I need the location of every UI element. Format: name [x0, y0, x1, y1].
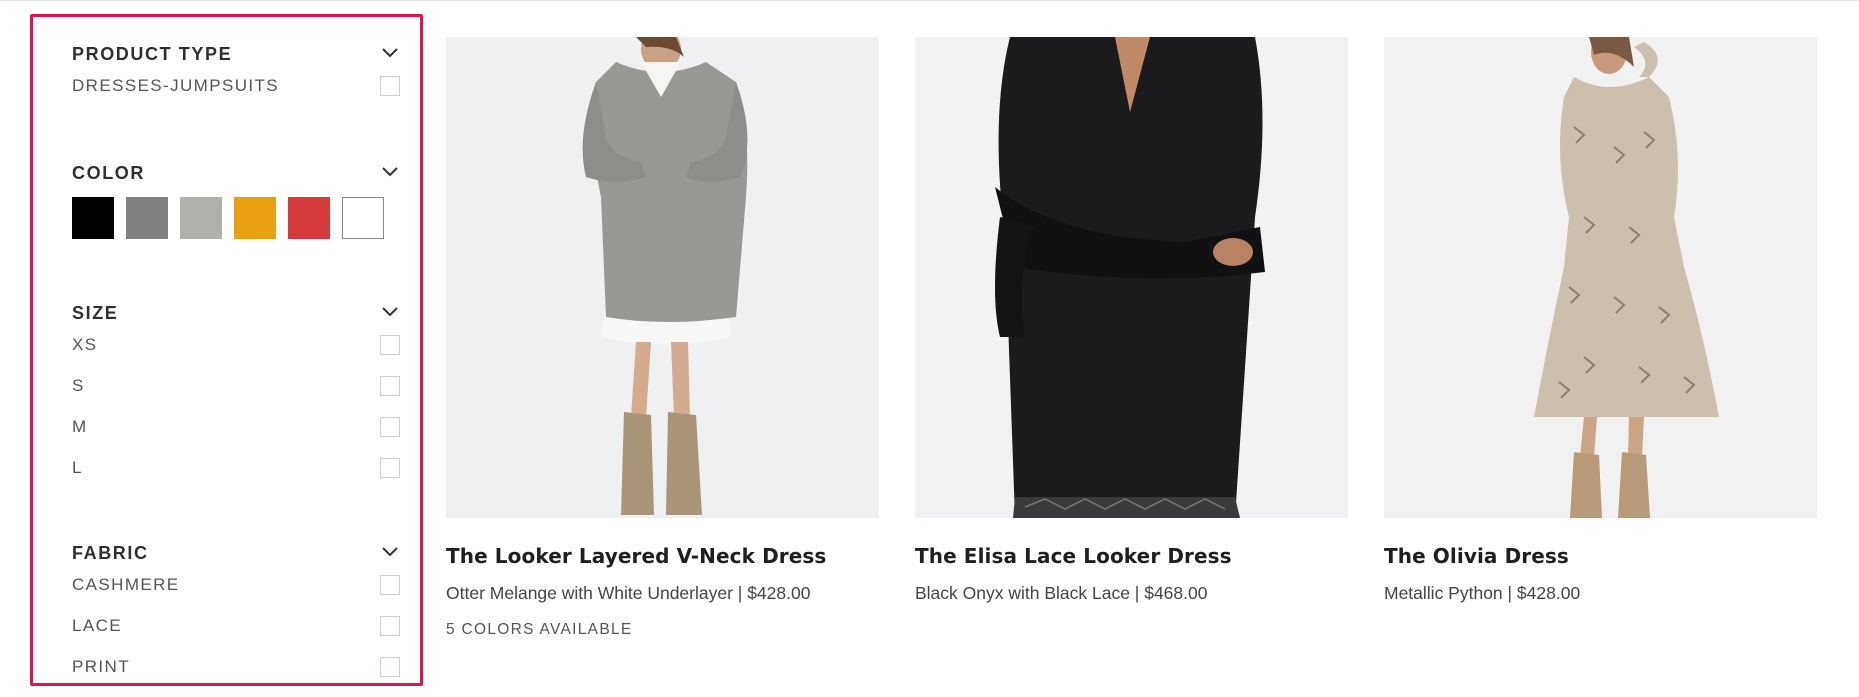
checkbox[interactable]	[380, 334, 400, 355]
product-name[interactable]: The Elisa Lace Looker Dress	[915, 544, 1348, 568]
option-fabric-cashmere[interactable]: CASHMERE	[72, 564, 400, 605]
option-dresses-jumpsuits[interactable]: DRESSES-JUMPSUITS	[72, 65, 400, 106]
option-label: XS	[72, 334, 98, 354]
swatch-light-grey[interactable]	[180, 197, 222, 239]
swatch-yellow[interactable]	[234, 197, 276, 239]
checkbox[interactable]	[380, 656, 400, 677]
option-fabric-lace[interactable]: LACE	[72, 605, 400, 646]
option-label: PRINT	[72, 656, 130, 676]
fabric-title: FABRIC	[72, 543, 149, 563]
filter-section-fabric: FABRIC CASHMERE LACE PRINT	[72, 542, 400, 683]
option-label: M	[72, 416, 88, 436]
filter-sidebar: PRODUCT TYPE DRESSES-JUMPSUITS COLOR SIZ…	[30, 14, 423, 686]
product-card[interactable]: The Looker Layered V-Neck Dress Otter Me…	[446, 37, 879, 640]
chevron-down-icon[interactable]	[380, 45, 400, 61]
product-type-header[interactable]: PRODUCT TYPE	[72, 43, 400, 65]
size-title: SIZE	[72, 303, 119, 323]
swatch-black[interactable]	[72, 197, 114, 239]
checkbox[interactable]	[380, 75, 400, 96]
fabric-header[interactable]: FABRIC	[72, 542, 400, 564]
color-header[interactable]: COLOR	[72, 162, 400, 184]
filter-section-size: SIZE XS S M L	[72, 302, 400, 488]
option-label: LACE	[72, 615, 123, 635]
color-swatches	[72, 197, 400, 241]
chevron-down-icon[interactable]	[380, 164, 400, 180]
swatch-white[interactable]	[342, 197, 384, 239]
product-description: Black Onyx with Black Lace | $468.00	[915, 583, 1208, 603]
chevron-down-icon[interactable]	[380, 544, 400, 560]
swatch-red[interactable]	[288, 197, 330, 239]
product-name[interactable]: The Olivia Dress	[1384, 544, 1817, 568]
top-divider	[0, 0, 1859, 1]
product-photo-black-sweater	[995, 37, 1265, 518]
option-label: L	[72, 457, 83, 477]
option-fabric-print[interactable]: PRINT	[72, 646, 400, 683]
option-size-xs[interactable]: XS	[72, 324, 400, 365]
product-description: Metallic Python | $428.00	[1384, 583, 1581, 603]
filter-section-product-type: PRODUCT TYPE DRESSES-JUMPSUITS	[72, 43, 400, 106]
product-description: Otter Melange with White Underlayer | $4…	[446, 583, 811, 603]
checkbox[interactable]	[380, 457, 400, 478]
swatch-grey[interactable]	[126, 197, 168, 239]
product-image[interactable]	[1384, 37, 1817, 518]
product-name[interactable]: The Looker Layered V-Neck Dress	[446, 544, 879, 568]
chevron-down-icon[interactable]	[380, 304, 400, 320]
checkbox[interactable]	[380, 574, 400, 595]
option-label: DRESSES-JUMPSUITS	[72, 75, 280, 95]
color-title: COLOR	[72, 163, 145, 183]
option-size-m[interactable]: M	[72, 406, 400, 447]
option-label: S	[72, 375, 85, 395]
product-card[interactable]: The Elisa Lace Looker Dress Black Onyx w…	[915, 37, 1348, 604]
filter-section-color: COLOR	[72, 162, 400, 241]
product-photo-sweater-dress	[582, 37, 748, 515]
product-type-title: PRODUCT TYPE	[72, 44, 233, 64]
option-label: CASHMERE	[72, 574, 180, 594]
product-photo-printed-dress	[1534, 37, 1719, 518]
colors-available[interactable]: 5 COLORS AVAILABLE	[446, 620, 879, 640]
checkbox[interactable]	[380, 416, 400, 437]
checkbox[interactable]	[380, 615, 400, 636]
checkbox[interactable]	[380, 375, 400, 396]
size-header[interactable]: SIZE	[72, 302, 400, 324]
option-size-s[interactable]: S	[72, 365, 400, 406]
product-card[interactable]: The Olivia Dress Metallic Python | $428.…	[1384, 37, 1817, 604]
option-size-l[interactable]: L	[72, 447, 400, 488]
product-image[interactable]	[915, 37, 1348, 518]
product-image[interactable]	[446, 37, 879, 518]
